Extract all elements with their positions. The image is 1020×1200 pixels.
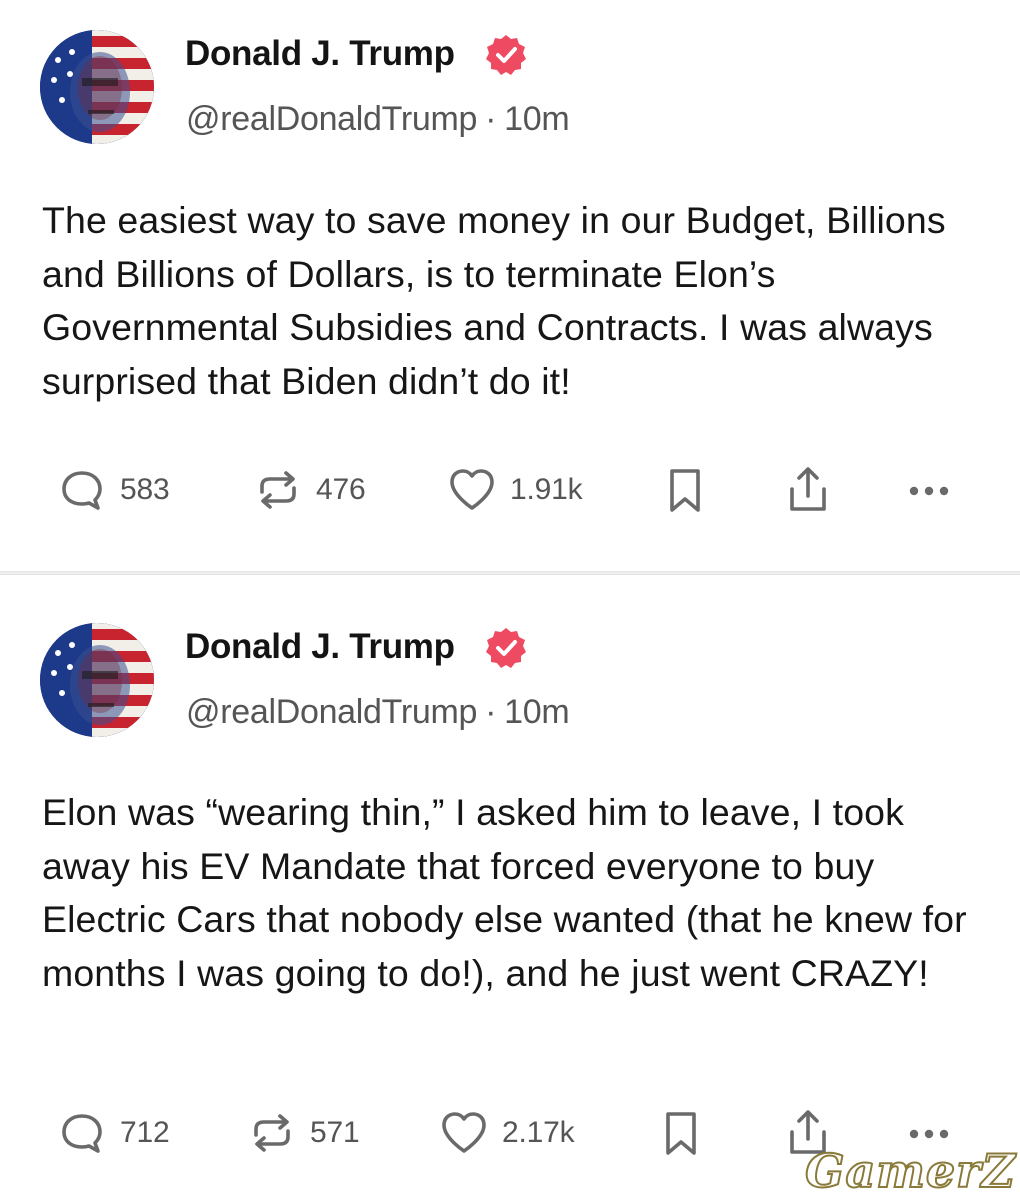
avatar[interactable]: [40, 30, 154, 144]
feed: Donald J. Trump @realDonaldTrump · 10m The…: [0, 0, 1020, 1200]
share-icon: [790, 467, 826, 511]
bookmark-icon: [670, 469, 700, 512]
like-icon: [450, 469, 494, 510]
repost-count: 476: [316, 473, 366, 506]
reply-icon: [62, 1114, 102, 1153]
post-text: Elon was “wearing thin,” I asked him to …: [42, 791, 967, 994]
post-time[interactable]: 10m: [504, 693, 570, 731]
separator-dot: ·: [485, 100, 497, 138]
verified-badge-icon: [486, 35, 526, 75]
verified-badge-icon: [486, 628, 526, 668]
repost-count: 571: [310, 1116, 360, 1149]
repost-button[interactable]: 571: [246, 1103, 360, 1163]
avatar-image: [40, 30, 154, 144]
like-button[interactable]: 2.17k: [438, 1103, 575, 1163]
post[interactable]: Donald J. Trump @realDonaldTrump · 10m The…: [0, 0, 1020, 572]
separator-dot: ·: [485, 693, 497, 731]
like-count: 1.91k: [510, 473, 583, 506]
like-icon: [442, 1112, 486, 1153]
avatar-image: [40, 623, 154, 737]
reply-icon: [62, 471, 102, 510]
author-name[interactable]: Donald J. Trump: [185, 627, 455, 667]
bookmark-icon: [666, 1112, 696, 1155]
repost-icon: [260, 471, 296, 509]
reply-button[interactable]: 583: [56, 460, 170, 520]
more-options-button[interactable]: [903, 460, 955, 520]
author-handle[interactable]: @realDonaldTrump: [186, 100, 477, 138]
handle-row: @realDonaldTrump · 10m: [186, 100, 570, 139]
author-handle[interactable]: @realDonaldTrump: [186, 693, 477, 731]
watermark-logo: GamerZ: [804, 1143, 1016, 1199]
reply-count: 583: [120, 473, 170, 506]
handle-row: @realDonaldTrump · 10m: [186, 693, 570, 732]
post-time[interactable]: 10m: [504, 100, 570, 138]
bookmark-button[interactable]: [655, 1103, 707, 1163]
repost-button[interactable]: 476: [252, 460, 366, 520]
more-icon: [909, 486, 949, 496]
share-button[interactable]: [782, 460, 834, 520]
action-bar: 583 476 1.91k: [0, 460, 1020, 520]
reply-button[interactable]: 712: [56, 1103, 170, 1163]
like-count: 2.17k: [502, 1116, 575, 1149]
reply-count: 712: [120, 1116, 170, 1149]
avatar[interactable]: [40, 623, 154, 737]
author-name[interactable]: Donald J. Trump: [185, 34, 455, 74]
post-text: The easiest way to save money in our Bud…: [42, 199, 946, 402]
like-button[interactable]: 1.91k: [446, 460, 583, 520]
repost-icon: [254, 1114, 290, 1152]
bookmark-button[interactable]: [659, 460, 711, 520]
post[interactable]: Donald J. Trump @realDonaldTrump · 10m Elo…: [0, 575, 1020, 1200]
